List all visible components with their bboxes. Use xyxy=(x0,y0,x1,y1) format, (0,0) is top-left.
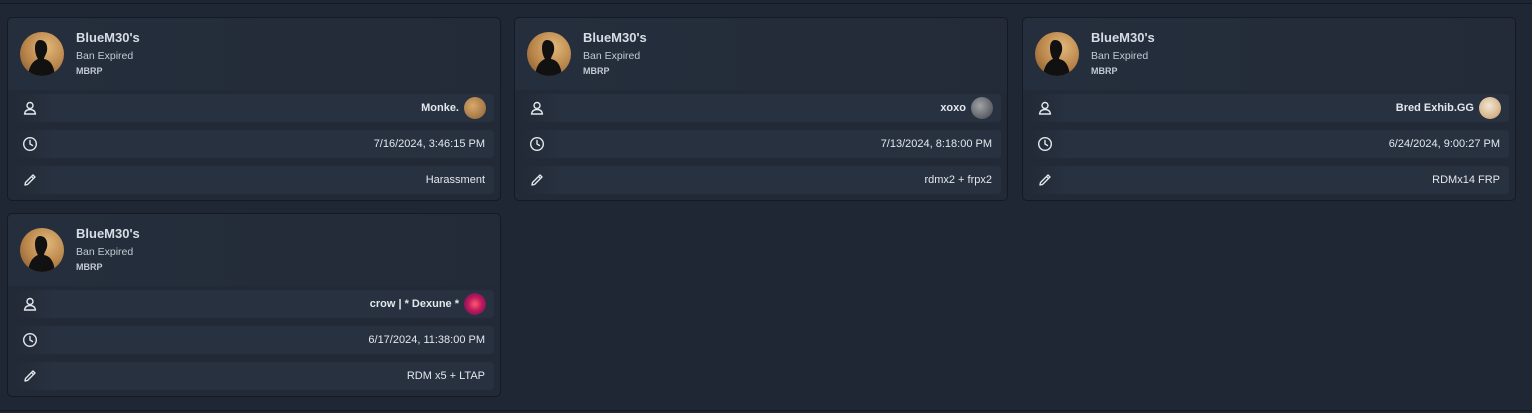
ban-reason: RDM x5 + LTAP xyxy=(406,370,485,382)
ban-reason: Harassment xyxy=(425,174,485,186)
user-icon xyxy=(1038,101,1052,115)
pencil-icon xyxy=(1039,174,1051,186)
ban-status: Ban Expired xyxy=(76,246,134,258)
ban-date: 6/17/2024, 11:38:00 PM xyxy=(368,334,485,346)
ban-history-panel: BlueM30's Ban Expired MBRP Monke. 7/16/2… xyxy=(0,3,1532,411)
moderator-row: crow | * Dexune * xyxy=(14,290,494,318)
reason-row: rdmx2 + frpx2 xyxy=(521,166,1001,194)
moderator-name: Monke. xyxy=(421,102,459,114)
date-row: 7/16/2024, 3:46:15 PM xyxy=(14,130,494,158)
moderator-name: xoxo xyxy=(940,102,966,114)
clock-icon xyxy=(529,136,545,152)
server-name: MBRP xyxy=(583,66,610,76)
card-title: BlueM30's xyxy=(1091,30,1155,45)
reason-row: RDM x5 + LTAP xyxy=(14,362,494,390)
user-icon xyxy=(23,297,37,311)
ban-status: Ban Expired xyxy=(583,50,641,62)
server-name: MBRP xyxy=(76,66,103,76)
ban-status: Ban Expired xyxy=(76,50,134,62)
player-avatar xyxy=(1035,32,1079,76)
ban-status: Ban Expired xyxy=(1091,50,1149,62)
date-row: 6/17/2024, 11:38:00 PM xyxy=(14,326,494,354)
pencil-icon xyxy=(531,174,543,186)
server-name: MBRP xyxy=(76,262,103,272)
server-name: MBRP xyxy=(1091,66,1118,76)
moderator-row: xoxo xyxy=(521,94,1001,122)
date-row: 6/24/2024, 9:00:27 PM xyxy=(1029,130,1509,158)
moderator-row: Bred Exhib.GG xyxy=(1029,94,1509,122)
ban-card[interactable]: BlueM30's Ban Expired MBRP Bred Exhib.GG… xyxy=(1022,17,1516,201)
moderator-name: crow | * Dexune * xyxy=(369,298,459,310)
ban-reason: RDMx14 FRP xyxy=(1432,174,1500,186)
ban-card[interactable]: BlueM30's Ban Expired MBRP crow | * Dexu… xyxy=(7,213,501,397)
ban-reason: rdmx2 + frpx2 xyxy=(924,174,992,186)
moderator-avatar xyxy=(1479,97,1501,119)
ban-card[interactable]: BlueM30's Ban Expired MBRP Monke. 7/16/2… xyxy=(7,17,501,201)
ban-date: 7/13/2024, 8:18:00 PM xyxy=(880,138,992,150)
moderator-avatar xyxy=(971,97,993,119)
player-avatar xyxy=(20,228,64,272)
user-icon xyxy=(23,101,37,115)
user-icon xyxy=(530,101,544,115)
moderator-name: Bred Exhib.GG xyxy=(1395,102,1474,114)
player-avatar xyxy=(20,32,64,76)
card-title: BlueM30's xyxy=(76,226,140,241)
clock-icon xyxy=(22,136,38,152)
reason-row: RDMx14 FRP xyxy=(1029,166,1509,194)
clock-icon xyxy=(1037,136,1053,152)
moderator-avatar xyxy=(464,97,486,119)
pencil-icon xyxy=(24,174,36,186)
pencil-icon xyxy=(24,370,36,382)
moderator-avatar xyxy=(464,293,486,315)
moderator-row: Monke. xyxy=(14,94,494,122)
date-row: 7/13/2024, 8:18:00 PM xyxy=(521,130,1001,158)
player-avatar xyxy=(527,32,571,76)
ban-date: 6/24/2024, 9:00:27 PM xyxy=(1388,138,1500,150)
clock-icon xyxy=(22,332,38,348)
reason-row: Harassment xyxy=(14,166,494,194)
card-title: BlueM30's xyxy=(76,30,140,45)
card-title: BlueM30's xyxy=(583,30,647,45)
ban-card[interactable]: BlueM30's Ban Expired MBRP xoxo 7/13/202… xyxy=(514,17,1008,201)
ban-date: 7/16/2024, 3:46:15 PM xyxy=(373,138,485,150)
